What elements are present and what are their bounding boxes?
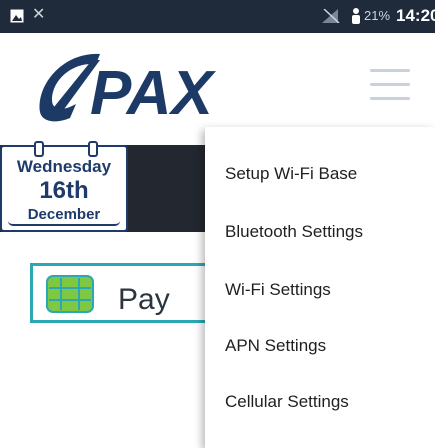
pay-card-icon (45, 274, 95, 319)
person-icon (350, 7, 362, 30)
status-bar: ✕ 21% 14:20 (0, 0, 435, 33)
clock-time: 14:20 (396, 6, 435, 25)
logo-text: PAX (90, 59, 217, 126)
menu-item-cellular-settings[interactable]: Cellular Settings (225, 391, 349, 413)
close-icon: ✕ (32, 6, 46, 23)
image-icon (10, 9, 24, 28)
hamburger-menu-icon[interactable] (370, 69, 410, 103)
calendar-day: 16th (39, 177, 89, 204)
menu-item-apn-settings[interactable]: APN Settings (225, 335, 326, 357)
welcome-tile[interactable]: Wednesday 16th December Welco (0, 141, 216, 341)
settings-dropdown-menu: Setup Wi-Fi Base Bluetooth Settings Wi-F… (205, 127, 435, 448)
signal-icon (322, 8, 340, 28)
calendar-icon: Wednesday 16th December (0, 141, 128, 232)
battery-percentage: 21% (364, 8, 391, 23)
menu-item-wifi-settings[interactable]: Wi-Fi Settings (225, 279, 331, 301)
calendar-weekday: Wednesday (16, 157, 112, 176)
pax-logo: PAX (30, 46, 330, 131)
menu-item-bluetooth-settings[interactable]: Bluetooth Settings (225, 221, 363, 243)
menu-item-setup-wifi-base[interactable]: Setup Wi-Fi Base (225, 163, 357, 185)
pay-label: Pay (118, 283, 170, 316)
